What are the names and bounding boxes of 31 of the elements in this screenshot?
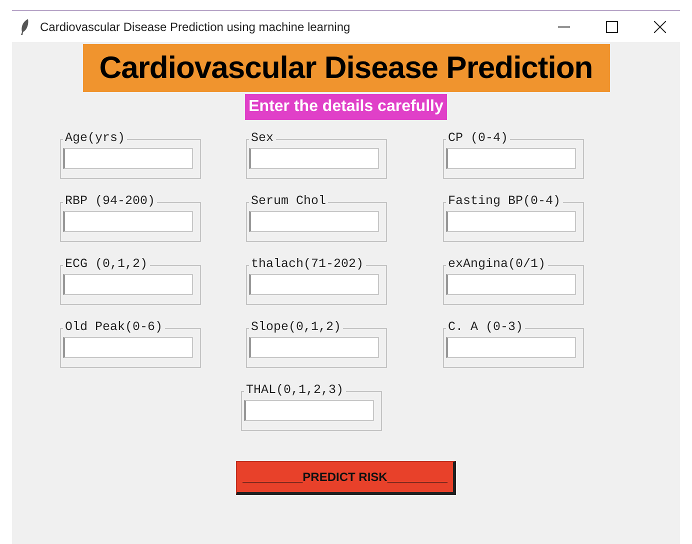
input-field[interactable]: [446, 274, 576, 295]
feather-icon: [20, 18, 30, 34]
input-field[interactable]: [244, 400, 374, 421]
input-field[interactable]: [249, 211, 379, 232]
input-field[interactable]: [249, 274, 379, 295]
maximize-icon[interactable]: [606, 20, 618, 32]
input-field[interactable]: [63, 211, 193, 232]
field-label: Slope(0,1,2): [249, 320, 344, 334]
input-field[interactable]: [446, 148, 576, 169]
close-icon[interactable]: [654, 20, 666, 32]
window-title: Cardiovascular Disease Prediction using machine learning: [40, 20, 352, 34]
field-label: Age(yrs): [63, 131, 128, 145]
field-label: CP (0-4): [446, 131, 510, 145]
field-label: Fasting BP(0-4): [446, 194, 563, 208]
input-field[interactable]: [63, 337, 193, 358]
field-label: C. A (0-3): [446, 320, 526, 334]
field-label: RBP (94-200): [63, 194, 158, 208]
field-label: exAngina(0/1): [446, 257, 548, 271]
input-field[interactable]: [446, 337, 576, 358]
predict-risk-button[interactable]: _________PREDICT RISK_________: [236, 461, 456, 495]
field-label: ECG (0,1,2): [63, 257, 150, 271]
input-field[interactable]: [446, 211, 576, 232]
input-field[interactable]: [63, 148, 193, 169]
input-field[interactable]: [249, 337, 379, 358]
input-field[interactable]: [249, 148, 379, 169]
field-label: THAL(0,1,2,3): [244, 383, 346, 397]
field-label: thalach(71-202): [249, 257, 366, 271]
app-title: Cardiovascular Disease Prediction: [82, 44, 610, 92]
field-label: Old Peak(0-6): [63, 320, 165, 334]
subtitle: Enter the details carefully: [244, 94, 448, 120]
input-field[interactable]: [63, 274, 193, 295]
